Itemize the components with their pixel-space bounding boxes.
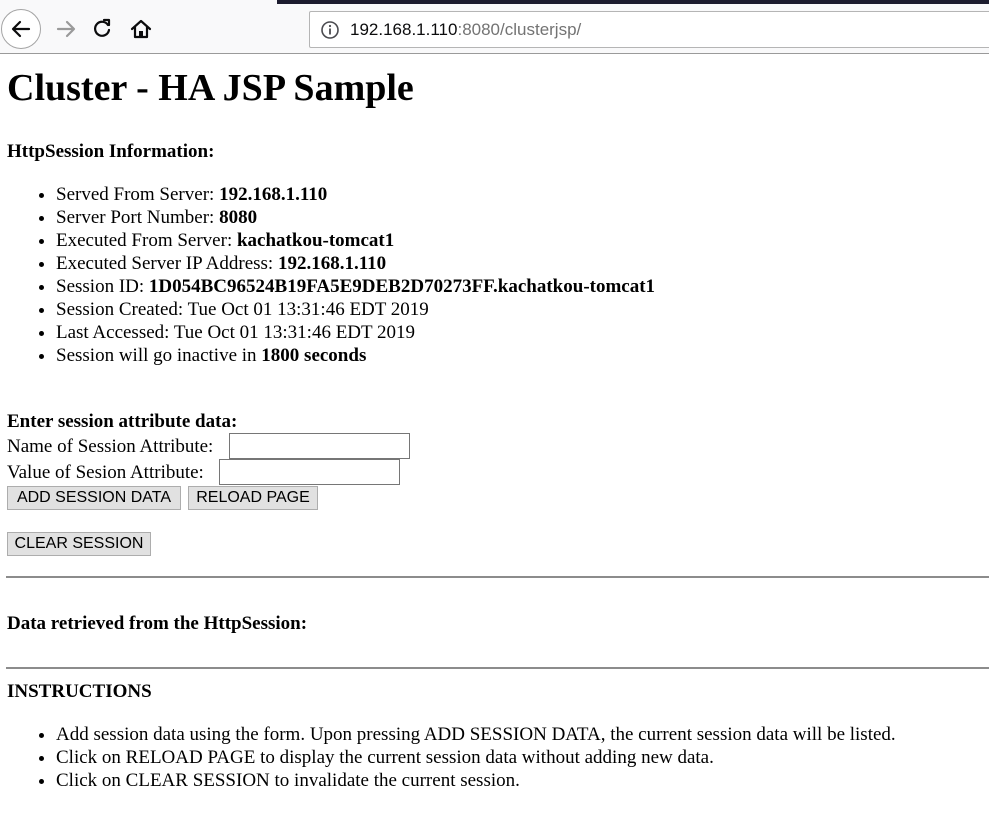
session-info-label: Session Created: Tue Oct 01 13:31:46 EDT… xyxy=(56,299,429,320)
session-info-item: Server Port Number: 8080 xyxy=(56,206,655,229)
attribute-name-row: Name of Session Attribute: xyxy=(7,433,410,459)
session-info-item: Session Created: Tue Oct 01 13:31:46 EDT… xyxy=(56,298,655,321)
add-session-data-button[interactable]: ADD SESSION DATA xyxy=(7,486,181,510)
retrieved-data-heading: Data retrieved from the HttpSession: xyxy=(7,613,308,634)
session-info-item: Session ID: 1D054BC96524B19FA5E9DEB2D702… xyxy=(56,275,655,298)
session-info-label: Executed Server IP Address: xyxy=(56,253,278,274)
attribute-name-label: Name of Session Attribute: xyxy=(7,436,214,457)
session-info-heading: HttpSession Information: xyxy=(7,141,215,162)
attribute-name-input[interactable] xyxy=(229,433,410,459)
session-info-label: Session will go inactive in xyxy=(56,345,262,366)
url-path: :8080/clusterjsp/ xyxy=(457,20,582,39)
page-title: Cluster - HA JSP Sample xyxy=(7,67,414,109)
session-info-label: Executed From Server: xyxy=(56,230,237,251)
instructions-heading: INSTRUCTIONS xyxy=(7,681,152,702)
back-arrow-icon xyxy=(11,20,31,38)
session-info-item: Executed Server IP Address: 192.168.1.11… xyxy=(56,252,655,275)
instruction-item: Click on RELOAD PAGE to display the curr… xyxy=(56,746,896,769)
reload-icon xyxy=(94,18,111,37)
session-info-value: 8080 xyxy=(219,207,258,228)
instructions-list: Add session data using the form. Upon pr… xyxy=(0,723,896,792)
reload-button[interactable] xyxy=(82,9,122,49)
form-heading: Enter session attribute data: xyxy=(7,411,238,432)
session-info-label: Served From Server: xyxy=(56,184,220,205)
session-info-label: Last Accessed: Tue Oct 01 13:31:46 EDT 2… xyxy=(56,322,416,343)
tab-strip xyxy=(277,0,989,4)
session-info-label: Session ID: xyxy=(56,276,149,297)
instruction-item: Click on CLEAR SESSION to invalidate the… xyxy=(56,769,896,792)
session-info-value: kachatkou-tomcat1 xyxy=(236,230,395,251)
attribute-value-input[interactable] xyxy=(219,459,400,485)
address-bar[interactable]: 192.168.1.110:8080/clusterjsp/ xyxy=(309,11,989,48)
session-info-label: Server Port Number: xyxy=(56,207,220,228)
home-icon xyxy=(130,19,152,39)
url-host: 192.168.1.110 xyxy=(350,20,458,39)
divider-bottom xyxy=(6,667,989,669)
instruction-item: Add session data using the form. Upon pr… xyxy=(56,723,896,746)
attribute-value-row: Value of Sesion Attribute: xyxy=(7,459,400,485)
session-info-value: 192.168.1.110 xyxy=(219,184,328,205)
home-button[interactable] xyxy=(121,9,161,49)
reload-page-button[interactable]: RELOAD PAGE xyxy=(188,486,318,510)
divider-top xyxy=(6,576,989,578)
clear-session-button[interactable]: CLEAR SESSION xyxy=(7,532,151,556)
session-info-item: Session will go inactive in 1800 seconds xyxy=(56,344,655,367)
browser-toolbar: 192.168.1.110:8080/clusterjsp/ xyxy=(0,0,989,54)
session-info-item: Executed From Server: kachatkou-tomcat1 xyxy=(56,229,655,252)
session-info-value: 1D054BC96524B19FA5E9DEB2D70273FF.kachatk… xyxy=(148,276,656,297)
forward-button[interactable] xyxy=(46,9,86,49)
site-info-icon[interactable] xyxy=(320,20,340,40)
session-info-item: Served From Server: 192.168.1.110 xyxy=(56,183,655,206)
session-info-value: 192.168.1.110 xyxy=(277,253,387,274)
attribute-value-label: Value of Sesion Attribute: xyxy=(7,462,204,483)
session-info-item: Last Accessed: Tue Oct 01 13:31:46 EDT 2… xyxy=(56,321,655,344)
session-info-value: 1800 seconds xyxy=(261,345,367,366)
back-button[interactable] xyxy=(1,9,41,49)
url-text[interactable]: 192.168.1.110:8080/clusterjsp/ xyxy=(350,20,581,40)
forward-arrow-icon xyxy=(56,20,76,38)
session-info-list: Served From Server: 192.168.1.110Server … xyxy=(0,183,655,367)
